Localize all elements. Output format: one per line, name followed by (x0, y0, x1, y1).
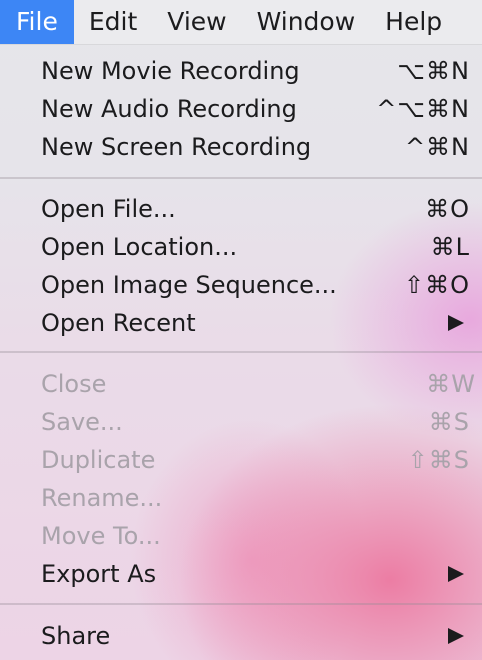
menu-item-open-recent[interactable]: Open Recent (0, 304, 482, 342)
menu-item-open-location[interactable]: Open Location... ⌘L (0, 228, 482, 266)
menu-item-export-as[interactable]: Export As (0, 555, 482, 593)
menu-item-label: Open Location... (41, 233, 238, 261)
menu-item-label: Open Image Sequence... (41, 271, 337, 299)
menu-item-open-image-sequence[interactable]: Open Image Sequence... ⇧⌘O (0, 266, 482, 304)
menu-separator (0, 603, 482, 605)
menu-item-label: Duplicate (41, 446, 156, 474)
menu-item-label: Export As (41, 560, 157, 588)
menu-separator (0, 177, 482, 179)
menu-item-open-file[interactable]: Open File... ⌘O (0, 190, 482, 228)
menu-item-label: New Audio Recording (41, 95, 297, 123)
menu-item-share[interactable]: Share (0, 617, 482, 655)
menu-item-new-screen-recording[interactable]: New Screen Recording ^⌘N (0, 128, 482, 166)
keyboard-shortcut: ^⌥⌘N (376, 95, 470, 123)
keyboard-shortcut: ⇧⌘S (407, 446, 470, 474)
menu-window[interactable]: Window (242, 0, 371, 44)
menu-item-duplicate: Duplicate ⇧⌘S (0, 441, 482, 479)
menu-file[interactable]: File (0, 0, 74, 44)
menu-item-label: New Movie Recording (41, 57, 300, 85)
submenu-arrow-icon (448, 315, 464, 331)
menu-item-label: Open Recent (41, 309, 196, 337)
keyboard-shortcut: ⇧⌘O (404, 271, 470, 299)
menu-item-label: Open File... (41, 195, 176, 223)
menu-item-label: Save... (41, 408, 123, 436)
keyboard-shortcut: ⌘O (425, 195, 470, 223)
menu-separator (0, 351, 482, 353)
menu-item-rename: Rename... (0, 479, 482, 517)
menu-item-label: Move To... (41, 522, 161, 550)
menu-item-new-audio-recording[interactable]: New Audio Recording ^⌥⌘N (0, 90, 482, 128)
keyboard-shortcut: ⌘L (430, 233, 470, 261)
keyboard-shortcut: ^⌘N (404, 133, 470, 161)
submenu-arrow-icon (448, 566, 464, 582)
file-menu-dropdown: New Movie Recording ⌥⌘N New Audio Record… (0, 44, 482, 660)
keyboard-shortcut: ⌘S (428, 408, 470, 436)
menu-item-close: Close ⌘W (0, 365, 482, 403)
menu-view[interactable]: View (152, 0, 241, 44)
submenu-arrow-icon (448, 628, 464, 644)
menu-bar: File Edit View Window Help (0, 0, 482, 45)
menu-item-label: Share (41, 622, 111, 650)
menu-item-label: Close (41, 370, 107, 398)
menu-item-save: Save... ⌘S (0, 403, 482, 441)
menu-item-new-movie-recording[interactable]: New Movie Recording ⌥⌘N (0, 52, 482, 90)
menu-edit[interactable]: Edit (74, 0, 152, 44)
keyboard-shortcut: ⌘W (426, 370, 476, 398)
menu-item-move-to: Move To... (0, 517, 482, 555)
keyboard-shortcut: ⌥⌘N (397, 57, 470, 85)
menu-item-label: New Screen Recording (41, 133, 312, 161)
menu-item-label: Rename... (41, 484, 163, 512)
menu-help[interactable]: Help (370, 0, 457, 44)
